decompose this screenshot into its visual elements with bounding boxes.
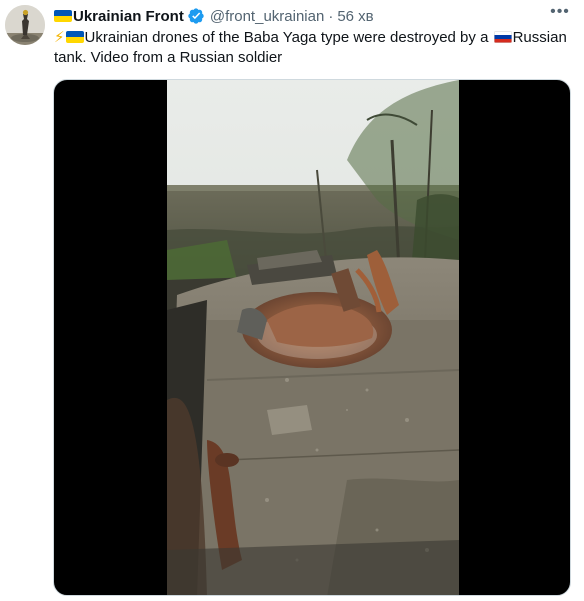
display-name[interactable]: Ukrainian Front: [73, 8, 184, 25]
avatar-image: [5, 5, 45, 45]
tweet-card[interactable]: Ukrainian Front @front_ukrainian · 56 хв…: [0, 0, 584, 601]
ukraine-flag-icon: [65, 31, 84, 43]
verified-badge-icon: [187, 7, 205, 25]
video-player[interactable]: [53, 79, 571, 596]
video-frame[interactable]: [167, 80, 459, 595]
more-options-icon[interactable]: •••: [548, 2, 572, 22]
separator-dot: ·: [328, 7, 334, 25]
avatar[interactable]: [5, 5, 45, 45]
tweet-header: Ukrainian Front @front_ukrainian · 56 хв: [54, 6, 374, 26]
video-still-image: [167, 80, 459, 595]
tweet-text: ⚡ Ukrainian drones of the Baba Yaga type …: [54, 28, 572, 68]
user-handle[interactable]: @front_ukrainian: [210, 8, 324, 25]
high-voltage-icon: ⚡: [54, 29, 65, 46]
tweet-text-part1: Ukrainian drones of the Baba Yaga type w…: [84, 29, 493, 46]
tweet-timestamp[interactable]: 56 хв: [337, 8, 373, 25]
russia-flag-icon: [493, 31, 512, 43]
ukraine-flag-icon: [54, 10, 72, 22]
